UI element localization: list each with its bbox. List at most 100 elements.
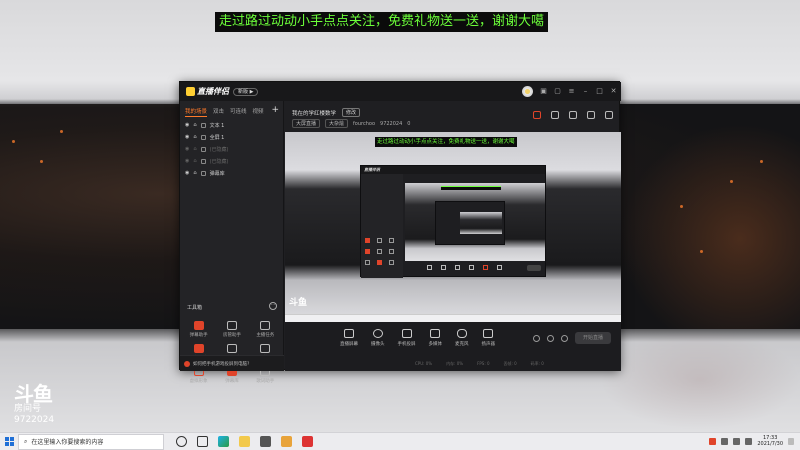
task-view-icon[interactable] — [197, 436, 208, 447]
phone-icon — [401, 329, 412, 338]
minimize-icon[interactable]: – — [582, 88, 589, 95]
danmaku-icon — [193, 321, 204, 330]
nested-app-title: 直播伴侣 — [361, 166, 545, 174]
source-item[interactable]: ◉ ⌂ 文本 1 — [185, 119, 283, 131]
tray-app-icon[interactable] — [709, 437, 717, 445]
phone-cast-button[interactable]: 手机投屏 — [398, 329, 416, 347]
nested-tool — [377, 238, 382, 243]
eye-icon[interactable]: ◉ — [185, 170, 189, 176]
preview-banner-text: 走过路过动动小手点点关注，免费礼物送一送，谢谢大噶 — [375, 137, 517, 147]
stream-preview[interactable]: 走过路过动动小手点点关注，免费礼物送一送，谢谢大噶 直播伴侣 斗鱼 — [285, 132, 621, 322]
camera-icon — [372, 329, 383, 338]
stream-title: 我在的学红楼数学 — [292, 110, 337, 117]
nested-app-capture: 直播伴侣 — [360, 165, 546, 278]
windows-logo-icon — [4, 437, 14, 446]
tray-volume-icon[interactable] — [733, 437, 741, 445]
user-avatar[interactable] — [522, 86, 533, 97]
tool-danmaku-assistant[interactable]: 弹幕助手 — [182, 321, 215, 338]
settings-icon[interactable] — [561, 334, 568, 342]
cortana-icon[interactable] — [176, 436, 187, 447]
edit-title-button[interactable]: 修改 — [342, 108, 361, 117]
menu-icon[interactable]: ≡ — [568, 88, 575, 95]
source-item[interactable]: ◉ ⌂ (已隐藏) — [185, 143, 283, 155]
lock-icon[interactable]: ⌂ — [193, 158, 196, 164]
tip-icon — [184, 360, 190, 367]
screen-capture-button[interactable]: 直播屏幕 — [340, 329, 358, 347]
share-icon[interactable] — [587, 111, 595, 119]
ember — [760, 160, 763, 163]
live-companion-window: 直播伴侣 新版 ▶ ▣ ▢ ≡ – □ ✕ 我的场景 双击 可连线 视频 + ◉… — [179, 81, 621, 384]
message-icon[interactable]: ▢ — [554, 88, 561, 95]
title-bar: 直播伴侣 新版 ▶ ▣ ▢ ≡ – □ ✕ — [180, 82, 621, 101]
app-logo: 直播伴侣 — [186, 86, 229, 97]
eye-icon[interactable]: ◉ — [185, 134, 189, 140]
live-companion-taskbar-icon[interactable] — [302, 436, 313, 447]
tray-network-icon[interactable] — [721, 437, 729, 445]
lock-icon[interactable]: ⌂ — [193, 170, 196, 176]
nested-tool — [365, 249, 370, 254]
lock-icon[interactable] — [551, 111, 559, 119]
eye-icon[interactable]: ◉ — [185, 122, 189, 128]
user-icon — [226, 321, 237, 330]
taskbar-search[interactable]: ⌕ 在这里输入你要搜索的内容 — [18, 433, 164, 450]
nested-tool — [377, 260, 382, 265]
maximize-icon[interactable]: □ — [596, 88, 603, 95]
store-icon[interactable] — [260, 436, 271, 447]
tab-my-scenes[interactable]: 我的场景 — [185, 107, 208, 117]
category-selector[interactable]: 大屏直播 — [292, 119, 321, 128]
preview-taskbar — [285, 314, 621, 322]
section-selector[interactable]: 大杂烩 — [325, 119, 349, 128]
clock-date: 2021/7/30 — [757, 441, 783, 447]
lock-icon[interactable]: ⌂ — [193, 134, 196, 140]
windows-taskbar: ⌕ 在这里输入你要搜索的内容 17:33 2021/7/30 — [0, 432, 800, 450]
notification-icon[interactable] — [533, 111, 541, 119]
speaker-button[interactable]: 扬声器 — [482, 329, 495, 347]
record-icon[interactable] — [569, 111, 577, 119]
lock-icon[interactable]: ⌂ — [193, 122, 196, 128]
record-video-icon[interactable] — [533, 334, 540, 342]
ember — [680, 205, 683, 208]
stream-meta: 大屏直播 大杂烩 fourchoo 9722024 0 — [292, 119, 410, 128]
nested-capture-level-3 — [460, 212, 502, 234]
app-icon[interactable] — [281, 436, 292, 447]
notification-center-icon[interactable] — [788, 437, 794, 445]
nested-preview — [405, 183, 545, 261]
source-item[interactable]: ◉ ⌂ (已隐藏) — [185, 155, 283, 167]
settings-icon[interactable] — [605, 111, 613, 119]
microphone-button[interactable]: 麦克风 — [455, 329, 469, 347]
media-button[interactable]: 多媒体 — [429, 329, 442, 347]
play-icon — [430, 329, 441, 338]
edge-browser-icon[interactable] — [218, 436, 229, 447]
tool-room-manager[interactable]: 房管助手 — [215, 321, 248, 338]
gear-icon[interactable] — [547, 334, 554, 342]
monitor-icon — [344, 329, 354, 338]
tray-ime-icon[interactable] — [745, 437, 753, 445]
search-placeholder: 在这里输入你要搜索的内容 — [31, 439, 104, 446]
source-item[interactable]: ◉ ⌂ 弹幕库 — [185, 167, 283, 179]
tab-double-click[interactable]: 双击 — [213, 107, 224, 117]
tool-anchor-tasks[interactable]: 主播任务 — [249, 321, 282, 338]
source-item[interactable]: ◉ ⌂ 全屏 1 — [185, 131, 283, 143]
nested-tool — [389, 260, 394, 265]
file-explorer-icon[interactable] — [239, 436, 250, 447]
add-source-button[interactable]: + — [271, 105, 279, 115]
go-live-button[interactable]: 开始直播 — [575, 332, 611, 344]
eye-icon[interactable]: ◉ — [185, 158, 189, 164]
version-button[interactable]: 新版 ▶ — [233, 87, 259, 96]
help-tip[interactable]: 如何把手机游戏投屏到电脑? — [180, 355, 284, 371]
nested-tool — [455, 265, 460, 270]
gift-icon[interactable]: ▣ — [540, 88, 547, 95]
tab-video[interactable]: 视频 — [253, 107, 264, 117]
nested-capture-level-2 — [435, 201, 505, 245]
tab-connectable[interactable]: 可连线 — [230, 107, 247, 117]
clock[interactable]: 17:33 2021/7/30 — [757, 435, 783, 447]
close-icon[interactable]: ✕ — [610, 88, 617, 95]
cpu-status: CPU: 0% — [415, 361, 433, 366]
more-tools-icon[interactable]: ··· — [269, 302, 277, 310]
camera-button[interactable]: 摄像头 — [371, 329, 385, 347]
ember — [40, 160, 43, 163]
help-tip-text: 如何把手机游戏投屏到电脑? — [193, 361, 250, 367]
lock-icon[interactable]: ⌂ — [193, 146, 196, 152]
eye-icon[interactable]: ◉ — [185, 146, 189, 152]
start-button[interactable] — [0, 433, 18, 450]
